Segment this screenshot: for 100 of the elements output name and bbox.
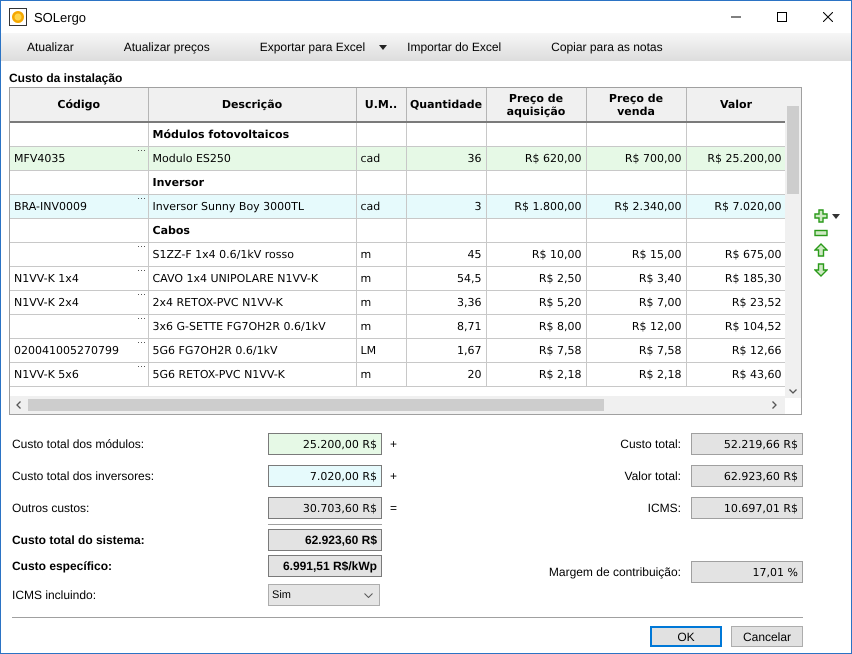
vertical-scrollbar[interactable] [785, 88, 801, 398]
table-row[interactable]: BRA-INV0009 Inversor Sunny Boy 3000TL cad 3 R$ 1.800,00 R$ 2.340,00 R$ 7.020,00 [10, 194, 785, 218]
horizontal-scrollbar[interactable] [10, 396, 785, 414]
dialog-button[interactable]: Cancelar [731, 626, 803, 647]
table-cell: 3 [474, 200, 482, 213]
chevron-down-icon[interactable] [789, 389, 797, 394]
table-row[interactable]: S1ZZ-F 1x4 0.6/1kV rosso m 45 R$ 10,00 R$ 15,00 R$ 675,00 [10, 242, 785, 266]
chevron-down-icon[interactable] [364, 592, 373, 598]
table-cell: R$ 2,18 [538, 368, 582, 381]
table-cell: R$ 5,20 [538, 296, 582, 309]
toolbar-button[interactable]: Atualizar preços [118, 36, 216, 58]
table-cell: 3x6 G-SETTE FG7OH2R 0.6/1kV [152, 320, 326, 333]
table-cell: R$ 3,40 [638, 272, 682, 285]
table-cell: m [360, 320, 372, 333]
table-cell: CAVO 1x4 UNIPOLARE N1VV-K [152, 272, 318, 285]
field-label: Outros custos: [12, 501, 90, 515]
value-field: 52.219,66 R$ [691, 433, 803, 455]
field-label: ICMS incluindo: [12, 588, 98, 602]
table-cell: 020041005270799 [14, 344, 119, 357]
table-cell: R$ 12,00 [632, 320, 682, 333]
table-cell: R$ 620,00 [524, 152, 582, 165]
table-cell: R$ 104,52 [724, 320, 782, 333]
table-cell: R$ 8,00 [538, 320, 582, 333]
table-cell: 36 [468, 152, 482, 165]
table-cell: R$ 185,30 [724, 272, 782, 285]
table-cell: S1ZZ-F 1x4 0.6/1kV rosso [152, 248, 294, 261]
up-arrow-icon[interactable] [814, 243, 828, 257]
table-cell: R$ 25.200,00 [707, 152, 782, 165]
value-field: 6.991,51 R$/kWp [268, 555, 382, 577]
value-field: 30.703,60 R$ [268, 497, 382, 519]
table-row[interactable]: 020041005270799 5G6 FG7OH2R 0.6/1kV LM 1,67 R$ 7,58 R$ 7,58 R$ 12,66 [10, 338, 785, 362]
field-label: Custo total dos módulos: [12, 437, 146, 451]
value-field: 62.923,60 R$ [691, 465, 803, 487]
table-cell: R$ 12,66 [732, 344, 782, 357]
field-label: Margem de contribuição: [548, 565, 681, 579]
value-field: 25.200,00 R$ [268, 433, 382, 455]
toolbar-button[interactable]: Exportar para Excel [254, 36, 394, 58]
table-row[interactable]: N1VV-K 1x4 CAVO 1x4 UNIPOLARE N1VV-K m 54,5 R$ 2,50 R$ 3,40 R$ 185,30 [10, 266, 785, 290]
table-cell: 5G6 RETOX-PVC N1VV-K [152, 368, 285, 381]
table-cell: R$ 675,00 [724, 248, 782, 261]
table-cell: 54,5 [457, 272, 482, 285]
toolbar-button[interactable]: Atualizar [21, 36, 80, 58]
table-row[interactable]: 3x6 G-SETTE FG7OH2R 0.6/1kV m 8,71 R$ 8,00 R$ 12,00 R$ 104,52 [10, 314, 785, 338]
table-cell: 3,36 [457, 296, 482, 309]
table-cell: R$ 700,00 [624, 152, 682, 165]
value-field: 17,01 % [691, 561, 803, 583]
window-title: SOLergo [34, 10, 86, 24]
table-cell: R$ 10,00 [532, 248, 582, 261]
table-row[interactable]: MFV4035 Modulo ES250 cad 36 R$ 620,00 R$ 700,00 R$ 25.200,00 [10, 146, 785, 170]
field-label: Custo total do sistema: [12, 533, 146, 547]
table-cell: R$ 7.020,00 [714, 200, 782, 213]
toolbar-button[interactable]: Copiar para as notas [545, 36, 669, 58]
table-cell: 1,67 [457, 344, 482, 357]
down-arrow-icon[interactable] [814, 263, 828, 277]
dropdown[interactable]: Sim [268, 584, 380, 606]
table-cell: R$ 15,00 [632, 248, 682, 261]
table-cell: R$ 23,52 [732, 296, 782, 309]
table-cell: 2x4 RETOX-PVC N1VV-K [152, 296, 283, 309]
table-cell: m [360, 368, 372, 381]
minus-icon[interactable] [814, 229, 828, 237]
table-cell: R$ 7,00 [638, 296, 682, 309]
table-cell: Modulo ES250 [152, 152, 231, 165]
table-cell: m [360, 248, 372, 261]
table-cell: cad [360, 200, 380, 213]
scroll-thumb[interactable] [787, 106, 799, 194]
table-cell: N1VV-K 1x4 [14, 272, 79, 285]
scroll-thumb[interactable] [28, 399, 604, 411]
table-cell: R$ 2.340,00 [614, 200, 682, 213]
table-cell: Inversor Sunny Boy 3000TL [152, 200, 304, 213]
caret-icon[interactable] [832, 214, 840, 218]
field-label: Valor total: [624, 469, 681, 483]
table-cell: N1VV-K 2x4 [14, 296, 79, 309]
field-label: Custo total: [620, 437, 681, 451]
operator-sign: + [390, 469, 398, 483]
section-title: Custo da instalação [9, 71, 124, 85]
table-cell: m [360, 296, 372, 309]
toolbar-button[interactable]: Importar do Excel [401, 36, 508, 58]
value-field: 62.923,60 R$ [268, 529, 382, 551]
table-row[interactable]: N1VV-K 5x6 5G6 RETOX-PVC N1VV-K m 20 R$ 2,18 R$ 2,18 R$ 43,60 [10, 362, 785, 386]
table-cell: 20 [468, 368, 482, 381]
operator-sign: + [390, 437, 398, 451]
value-field: 10.697,01 R$ [691, 497, 803, 519]
table-cell: cad [360, 152, 380, 165]
field-label: ICMS: [648, 501, 681, 515]
field-label: Custo total dos inversores: [12, 469, 156, 483]
plus-icon[interactable] [814, 209, 828, 223]
table-cell: BRA-INV0009 [14, 200, 87, 213]
chevron-right-icon[interactable] [772, 401, 777, 409]
dialog-button[interactable]: OK [650, 626, 722, 647]
table-cell: R$ 2,18 [638, 368, 682, 381]
table-cell: LM [360, 344, 376, 357]
chevron-left-icon[interactable] [16, 401, 21, 409]
caret-icon[interactable] [379, 44, 388, 50]
group-heading: Cabos [148, 218, 356, 242]
table-row[interactable]: N1VV-K 2x4 2x4 RETOX-PVC N1VV-K m 3,36 R$ 5,20 R$ 7,00 R$ 23,52 [10, 290, 785, 314]
table-cell: MFV4035 [14, 152, 66, 165]
table-cell: R$ 7,58 [638, 344, 682, 357]
sun-logo-icon [9, 8, 27, 26]
table-cell: 8,71 [457, 320, 482, 333]
table-cell: R$ 2,50 [538, 272, 582, 285]
